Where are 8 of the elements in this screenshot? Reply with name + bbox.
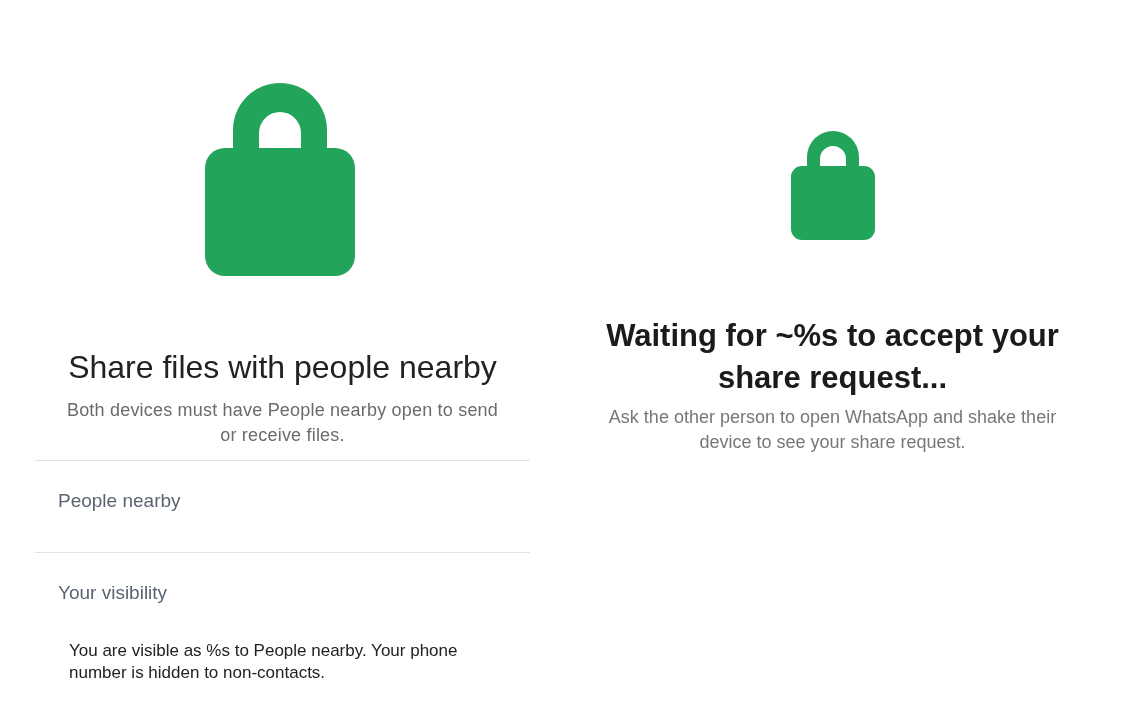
screen-description: Both devices must have People nearby open to send or receive files. [65,399,500,447]
lock-icon [790,130,875,240]
section-header: Your visibility [58,582,169,604]
waiting-description: Ask the other person to open WhatsApp and shake their device to see your share request. [607,406,1058,454]
waiting-title: Waiting for ~%s to accept your share request... [605,317,1060,397]
screen-title: Share files with people nearby [67,349,498,386]
section-header: People nearby [58,490,182,512]
visibility-text: You are visible as %s to People nearby. Your phone number is hidden to non-contacts. [69,640,459,684]
